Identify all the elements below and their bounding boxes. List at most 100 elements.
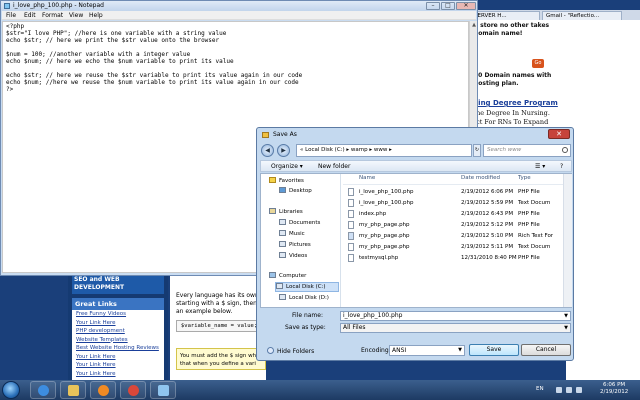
minimize-button[interactable]: – — [426, 2, 440, 10]
menu-format[interactable]: Format — [42, 12, 63, 19]
great-link-item[interactable]: Your Link Here — [72, 370, 164, 379]
notepad-app-icon — [4, 3, 10, 9]
taskbar-chrome-button[interactable] — [120, 381, 146, 399]
save-dialog-icon — [262, 132, 269, 138]
new-folder-button[interactable]: New folder — [318, 163, 350, 170]
back-button[interactable]: ◀ — [261, 144, 274, 157]
chevron-down-icon[interactable]: ▼ — [564, 312, 568, 320]
clock[interactable]: 6:06 PM 2/19/2012 — [600, 382, 628, 396]
clock-time: 6:06 PM — [603, 382, 626, 388]
show-hidden-icons-icon[interactable] — [556, 387, 562, 393]
file-row[interactable]: i_love_php_100.php 2/19/2012 5:59 PM Text … — [343, 198, 563, 209]
column-date-header[interactable]: Date modified — [461, 175, 500, 181]
save-as-type-value: All Files — [343, 324, 366, 331]
file-list-scrollbar[interactable] — [563, 174, 572, 307]
help-icon[interactable]: ? — [560, 163, 563, 170]
save-as-type-label: Save as type: — [285, 324, 326, 331]
taskbar-media-button[interactable] — [90, 381, 116, 399]
file-row[interactable]: testmysql.php 12/31/2010 8:40 PM PHP File — [343, 253, 563, 264]
file-row[interactable]: my_php_page.php 2/19/2012 5:11 PM Text Doc… — [343, 242, 563, 253]
nav-pictures[interactable]: Pictures — [279, 241, 311, 248]
cancel-button[interactable]: Cancel — [521, 344, 571, 356]
refresh-button[interactable]: ↻ — [473, 144, 481, 157]
great-link-item[interactable]: Free Funny Videos — [72, 310, 164, 319]
close-button[interactable]: ✕ — [456, 2, 476, 10]
scroll-up-icon[interactable]: ▲ — [470, 21, 478, 29]
internet-explorer-icon — [38, 385, 49, 396]
great-link-item[interactable]: Best Website Hosting Reviews — [72, 344, 164, 353]
taskbar: EN 6:06 PM 2/19/2012 — [0, 380, 640, 400]
network-icon[interactable] — [566, 387, 572, 393]
file-list: Name Date modified Type i_love_php_100.p… — [343, 174, 563, 307]
taskbar-explorer-button[interactable] — [60, 381, 86, 399]
domain-go-button[interactable]: Go — [532, 59, 544, 68]
search-icon — [562, 147, 568, 153]
save-as-type-select[interactable]: All Files ▼ — [340, 323, 571, 333]
note-text-1: You must add the $ sign when — [180, 353, 263, 359]
forward-button[interactable]: ▶ — [277, 144, 290, 157]
maximize-icon: □ — [445, 2, 451, 9]
taskbar-notepad-button[interactable] — [150, 381, 176, 399]
navigation-pane: Favorites Desktop Libraries Documents Mu… — [261, 174, 341, 307]
promo-heading-link[interactable]: sing Degree Program — [474, 99, 558, 107]
file-row[interactable]: my_php_page.php 2/19/2012 5:10 PM Rich Tex… — [343, 231, 563, 242]
maximize-button[interactable]: □ — [441, 2, 455, 10]
save-button[interactable]: Save — [469, 344, 519, 356]
column-name-header[interactable]: Name — [359, 175, 375, 181]
file-row[interactable]: my_php_page.php 2/19/2012 5:12 PM PHP File — [343, 220, 563, 231]
start-button[interactable] — [2, 381, 20, 399]
nav-desktop[interactable]: Desktop — [279, 187, 312, 194]
menu-edit[interactable]: Edit — [24, 12, 36, 19]
nav-libraries[interactable]: Libraries — [269, 208, 303, 215]
menu-help[interactable]: Help — [89, 12, 103, 19]
code-line: echo $num; //here we reuse the $num vari… — [6, 79, 299, 86]
great-link-item[interactable]: Your Link Here — [72, 353, 164, 362]
browser-tab-server[interactable]: SERVER H... — [470, 11, 540, 20]
nav-computer[interactable]: Computer — [269, 272, 306, 279]
close-icon: ✕ — [556, 130, 562, 138]
address-bar[interactable]: « Local Disk (C:) ▸ wamp ▸ www ▸ — [296, 144, 472, 157]
column-type-header[interactable]: Type — [518, 175, 531, 181]
notepad-icon — [158, 385, 169, 396]
file-row[interactable]: i_love_php_100.php 2/19/2012 6:06 PM PHP F… — [343, 187, 563, 198]
file-name-input[interactable]: i_love_php_100.php ▼ — [340, 311, 571, 321]
file-icon — [348, 188, 354, 196]
menu-file[interactable]: File — [6, 12, 16, 19]
article-text-1: Every language has its own — [176, 292, 259, 299]
site-article: Every language has its own starting with… — [170, 270, 266, 380]
great-link-item[interactable]: Your Link Here — [72, 361, 164, 370]
nav-local-disk-d[interactable]: Local Disk (D:) — [279, 294, 329, 301]
volume-icon[interactable] — [576, 387, 582, 393]
encoding-select[interactable]: ANSI ▼ — [389, 345, 465, 356]
great-link-item[interactable]: Website Templates — [72, 336, 164, 345]
close-icon: ✕ — [463, 2, 469, 9]
save-dialog-title: Save As — [273, 131, 297, 138]
great-link-item[interactable]: Your Link Here — [72, 319, 164, 328]
nav-music[interactable]: Music — [279, 230, 305, 237]
notepad-titlebar[interactable]: i_love_php_100.php - Notepad – □ ✕ — [1, 1, 477, 11]
file-row[interactable]: index.php 2/19/2012 6:43 PM PHP File — [343, 209, 563, 220]
view-options-icon[interactable]: ☰ ▾ — [535, 163, 545, 170]
nav-videos[interactable]: Videos — [279, 252, 307, 259]
nav-documents[interactable]: Documents — [279, 219, 320, 226]
menu-view[interactable]: View — [69, 12, 83, 19]
great-link-item[interactable]: PHP development — [72, 327, 164, 336]
dialog-close-button[interactable]: ✕ — [548, 129, 570, 139]
browser-tab-gmail[interactable]: Gmail - "Reflectio... — [542, 11, 622, 20]
file-icon — [348, 210, 354, 218]
code-line: <?php — [6, 23, 25, 30]
collapse-icon — [267, 347, 274, 354]
language-indicator[interactable]: EN — [536, 386, 544, 392]
organize-button[interactable]: Organize ▾ — [271, 163, 303, 170]
chevron-down-icon[interactable]: ▼ — [458, 346, 462, 355]
code-line: $str="I love PHP"; //here is one variabl… — [6, 30, 227, 37]
nav-local-disk-c[interactable]: Local Disk (C:) — [275, 282, 339, 292]
chevron-down-icon[interactable]: ▼ — [564, 324, 568, 332]
file-icon — [348, 199, 354, 207]
nav-favorites[interactable]: Favorites — [269, 177, 304, 184]
search-input[interactable]: Search www — [483, 144, 571, 157]
hide-folders-button[interactable]: Hide Folders — [267, 347, 314, 355]
taskbar-ie-button[interactable] — [30, 381, 56, 399]
save-as-dialog: Save As ✕ ◀ ▶ « Local Disk (C:) ▸ wamp ▸… — [256, 127, 574, 361]
great-links-title: Great Links — [72, 298, 164, 310]
